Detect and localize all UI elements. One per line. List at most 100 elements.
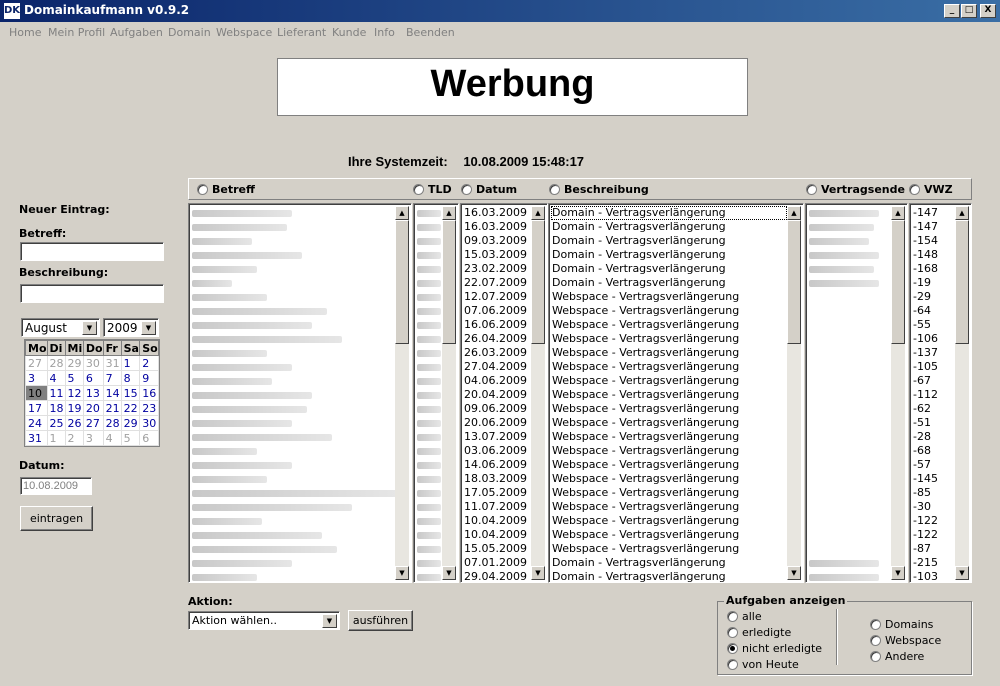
list-item[interactable]	[416, 304, 442, 318]
calendar-day[interactable]: 29	[64, 355, 84, 371]
list-item[interactable]	[416, 570, 442, 582]
sort-vwz-radio[interactable]: VWZ	[909, 183, 953, 196]
list-item[interactable]: Webspace - Vertragsverlängerung	[551, 486, 787, 500]
list-item[interactable]	[416, 500, 442, 514]
menu-aufgaben[interactable]: Aufgaben	[110, 26, 163, 39]
scrollbar[interactable]: ▲ ▼	[787, 206, 801, 580]
list-item[interactable]	[191, 486, 397, 500]
list-item[interactable]: Webspace - Vertragsverlängerung	[551, 528, 787, 542]
aktion-dropdown-arrow-icon[interactable]: ▼	[322, 614, 337, 628]
sort-tld-radio[interactable]: TLD	[413, 183, 452, 196]
list-item[interactable]	[808, 458, 891, 472]
list-item[interactable]	[416, 318, 442, 332]
calendar-day[interactable]: 2	[139, 355, 159, 371]
list-item[interactable]: 15.05.2009	[463, 542, 531, 556]
list-item[interactable]	[808, 346, 891, 360]
calendar-day[interactable]: 19	[64, 400, 84, 416]
list-item[interactable]: Webspace - Vertragsverlängerung	[551, 416, 787, 430]
scrollbar[interactable]: ▲ ▼	[442, 206, 456, 580]
vertragsende-list[interactable]: ▲ ▼	[805, 203, 908, 583]
scroll-up-arrow-icon[interactable]: ▲	[531, 206, 545, 220]
calendar-day[interactable]: 13	[82, 385, 104, 401]
scroll-up-arrow-icon[interactable]: ▲	[955, 206, 969, 220]
list-item[interactable]: -105	[912, 360, 955, 374]
list-item[interactable]	[416, 542, 442, 556]
list-item[interactable]	[191, 444, 395, 458]
type-radio-1[interactable]: Webspace	[870, 634, 941, 647]
list-item[interactable]	[808, 360, 891, 374]
list-item[interactable]: 13.07.2009	[463, 430, 531, 444]
menu-info[interactable]: Info	[374, 26, 395, 39]
list-item[interactable]	[416, 220, 442, 234]
list-item[interactable]	[191, 346, 395, 360]
scroll-thumb[interactable]	[955, 220, 969, 344]
list-item[interactable]: -147	[912, 206, 955, 220]
list-item[interactable]	[191, 374, 395, 388]
list-item[interactable]: Webspace - Vertragsverlängerung	[551, 514, 787, 528]
calendar-day[interactable]: 5	[64, 370, 84, 386]
list-item[interactable]: 29.04.2009	[463, 570, 531, 582]
sort-betreff-radio[interactable]: Betreff	[197, 183, 255, 196]
list-item[interactable]: 09.03.2009	[463, 234, 531, 248]
scroll-thumb[interactable]	[442, 220, 456, 344]
list-item[interactable]: -67	[912, 374, 955, 388]
list-item[interactable]	[808, 290, 891, 304]
list-item[interactable]: 16.03.2009	[463, 206, 531, 220]
calendar-day[interactable]: 26	[64, 415, 84, 431]
list-item[interactable]	[808, 500, 891, 514]
list-item[interactable]	[191, 248, 395, 262]
beschreibung-input[interactable]	[20, 284, 164, 303]
list-item[interactable]	[191, 570, 395, 582]
list-item[interactable]	[191, 318, 395, 332]
list-item[interactable]: 20.04.2009	[463, 388, 531, 402]
calendar-day[interactable]: 1	[120, 355, 141, 371]
list-item[interactable]	[191, 206, 395, 220]
list-item[interactable]	[191, 234, 395, 248]
list-item[interactable]: -68	[912, 444, 955, 458]
calendar-day[interactable]: 2	[64, 430, 84, 446]
list-item[interactable]: Webspace - Vertragsverlängerung	[551, 402, 787, 416]
calendar-day[interactable]: 27	[25, 355, 48, 371]
scroll-thumb[interactable]	[531, 220, 545, 344]
list-item[interactable]: -147	[912, 220, 955, 234]
list-item[interactable]	[191, 220, 395, 234]
list-item[interactable]	[416, 360, 442, 374]
list-item[interactable]: -122	[912, 514, 955, 528]
list-item[interactable]: Domain - Vertragsverlängerung	[551, 248, 787, 262]
calendar-day[interactable]: 27	[82, 415, 104, 431]
list-item[interactable]	[191, 290, 395, 304]
list-item[interactable]: -57	[912, 458, 955, 472]
calendar-day[interactable]: 29	[120, 415, 141, 431]
calendar-day[interactable]: 24	[25, 415, 48, 431]
scroll-down-arrow-icon[interactable]: ▼	[395, 566, 409, 580]
vwz-list[interactable]: -147 -147 -154 -148 -168 -19 -29 -64 -55 -106 -137…	[909, 203, 972, 583]
list-item[interactable]	[808, 556, 891, 570]
list-item[interactable]	[808, 276, 891, 290]
list-item[interactable]	[191, 514, 395, 528]
menu-mein-profil[interactable]: Mein Profil	[48, 26, 105, 39]
month-select[interactable]: August ▼	[21, 318, 100, 337]
menu-beenden[interactable]: Beenden	[406, 26, 455, 39]
calendar-day[interactable]: 15	[120, 385, 141, 401]
list-item[interactable]: Webspace - Vertragsverlängerung	[551, 346, 787, 360]
list-item[interactable]: -154	[912, 234, 955, 248]
scroll-up-arrow-icon[interactable]: ▲	[395, 206, 409, 220]
list-item[interactable]: 03.06.2009	[463, 444, 531, 458]
list-item[interactable]	[191, 360, 395, 374]
betreff-list[interactable]: ▲ ▼	[188, 203, 412, 583]
list-item[interactable]: 07.01.2009	[463, 556, 531, 570]
list-item[interactable]: 10.04.2009	[463, 528, 531, 542]
calendar-day[interactable]: 18	[46, 400, 66, 416]
calendar-day[interactable]: 6	[82, 370, 104, 386]
calendar-day[interactable]: 17	[25, 400, 48, 416]
calendar-day[interactable]: 8	[120, 370, 141, 386]
scrollbar[interactable]: ▲ ▼	[395, 206, 409, 580]
calendar-day[interactable]: 11	[46, 385, 66, 401]
scrollbar[interactable]: ▲ ▼	[955, 206, 969, 580]
list-item[interactable]	[808, 374, 891, 388]
list-item[interactable]: Domain - Vertragsverlängerung	[551, 570, 787, 582]
list-item[interactable]: 20.06.2009	[463, 416, 531, 430]
list-item[interactable]: 16.03.2009	[463, 220, 531, 234]
close-button[interactable]: X	[980, 4, 996, 18]
list-item[interactable]: 15.03.2009	[463, 248, 531, 262]
